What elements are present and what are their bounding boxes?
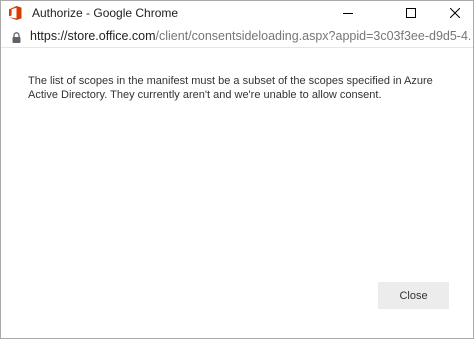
title-bar: Authorize - Google Chrome <box>1 1 473 25</box>
close-button[interactable]: Close <box>378 282 449 309</box>
close-icon <box>450 8 460 18</box>
url-path: /client/consentsideloading.aspx?appid=3c… <box>155 29 470 43</box>
url-host: https://store.office.com <box>30 29 156 43</box>
window-close-button[interactable] <box>439 1 471 25</box>
office-icon <box>7 5 23 21</box>
url-text[interactable]: https://store.office.com/client/consents… <box>30 27 470 45</box>
minimize-button[interactable] <box>332 1 364 25</box>
lock-icon[interactable] <box>12 30 21 48</box>
consent-error-message: The list of scopes in the manifest must … <box>28 75 433 101</box>
browser-window: Authorize - Google Chrome https://store.… <box>0 0 474 339</box>
maximize-button[interactable] <box>395 1 427 25</box>
maximize-icon <box>406 8 416 18</box>
minimize-icon <box>343 13 353 14</box>
window-title: Authorize - Google Chrome <box>32 6 179 20</box>
